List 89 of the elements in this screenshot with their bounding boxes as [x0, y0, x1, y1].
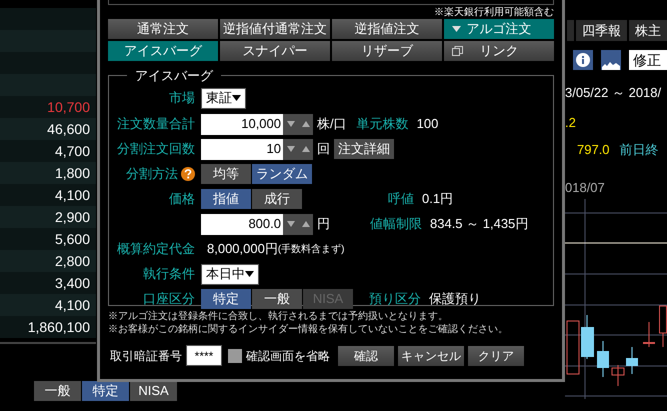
option-button[interactable]: 一般	[252, 289, 302, 309]
candlestick	[643, 322, 655, 348]
dialog-button[interactable]: クリア	[468, 346, 524, 366]
mountain-chart-icon	[602, 61, 620, 70]
chart-date-label: 018/07	[565, 178, 606, 196]
dropdown[interactable]: 東証	[201, 88, 246, 108]
dropdown[interactable]: 本日中	[201, 264, 259, 284]
field-label: 分割方法	[126, 165, 178, 184]
field-label: 注文数量合計	[117, 115, 195, 134]
price-value: 10,700	[47, 98, 90, 116]
candlestick	[581, 314, 594, 360]
dialog-button[interactable]: 確認	[338, 346, 394, 366]
field-label: 執行条件	[143, 265, 195, 284]
dropdown-arrow-icon	[245, 271, 254, 277]
field-value: 100	[416, 115, 438, 134]
panel-tab[interactable]: 株主	[629, 20, 667, 41]
price-value: 4,700	[54, 142, 90, 160]
field-label: 分割注文回数	[117, 140, 195, 158]
number-input[interactable]: 10,000	[201, 114, 283, 134]
unit-label: 株/口	[317, 115, 347, 134]
candlestick	[566, 320, 580, 374]
checkbox-label: 確認画面を省略	[246, 348, 330, 364]
down-arrow-icon	[286, 121, 294, 127]
info-button[interactable]	[573, 50, 593, 70]
spinner-button[interactable]	[283, 138, 313, 160]
price-value: 3,400	[54, 274, 90, 292]
notice-text: ※アルゴ注文は登録条件に合致し、執行されるまでは予約扱いとなります。	[108, 310, 449, 323]
up-arrow-icon	[302, 221, 310, 227]
number-input[interactable]: 10	[201, 138, 283, 160]
field-label: 口座区分	[143, 290, 195, 308]
price-value: 2,900	[54, 208, 90, 226]
field-label: 単元株数	[356, 115, 409, 134]
account-tab[interactable]: NISA	[130, 381, 178, 401]
candlestick	[597, 340, 609, 378]
candlestick	[659, 306, 667, 348]
price-value: 797.0	[577, 141, 610, 159]
field-label: 概算約定代金	[117, 240, 195, 258]
dropdown-arrow-icon	[232, 95, 241, 101]
panel-legend: アイスバーグ	[127, 66, 221, 86]
field-label: 価格	[169, 190, 195, 208]
info-icon	[576, 53, 590, 67]
fee-note: (手数料含まず)	[278, 242, 345, 256]
field-label: 値幅制限	[370, 215, 422, 234]
option-button[interactable]: 指値	[201, 189, 251, 209]
unit-label: 回	[317, 140, 330, 158]
field-label: 市場	[169, 89, 195, 108]
account-tab[interactable]: 一般	[34, 381, 82, 401]
price-value: 2,800	[54, 252, 90, 270]
price-value: 1,800	[54, 164, 90, 182]
down-arrow-icon	[286, 221, 294, 227]
panel-tab[interactable]: 四季報	[576, 20, 627, 41]
help-icon[interactable]	[181, 167, 195, 181]
prev-close-label: 前日終	[620, 141, 659, 159]
down-arrow-icon	[286, 146, 294, 152]
pin-label: 取引暗証番号	[110, 348, 182, 364]
price-value: 4,100	[54, 186, 90, 204]
number-input[interactable]: 800.0	[201, 214, 283, 234]
field-label: 預り区分	[369, 290, 421, 308]
field-value: 834.5 ～ 1,435円	[430, 215, 528, 234]
stock-field[interactable]: 修正	[629, 50, 667, 70]
candlestick	[626, 346, 638, 374]
unit-label: 円	[317, 215, 330, 234]
option-button[interactable]: 成行	[252, 189, 302, 209]
field-value: 8,000,000円	[207, 240, 278, 258]
pin-input[interactable]: ****	[186, 345, 222, 366]
up-arrow-icon	[302, 121, 310, 127]
option-button[interactable]: ランダム	[252, 164, 312, 184]
option-button[interactable]: 特定	[201, 289, 251, 309]
price-value: 5,600	[54, 230, 90, 248]
dialog-button[interactable]: キャンセル	[398, 346, 464, 366]
price-value: 1,860,100	[28, 318, 90, 336]
checkbox[interactable]	[228, 348, 242, 362]
account-tab[interactable]: 特定	[82, 381, 130, 401]
field-value: 保護預り	[429, 290, 481, 308]
candlestick	[612, 364, 624, 386]
up-arrow-icon	[302, 146, 310, 152]
price-value: 4,100	[54, 296, 90, 314]
field-value: 0.1円	[422, 190, 454, 208]
spinner-button[interactable]	[283, 214, 313, 234]
notice-text: ※お客様がこの銘柄に関するインサイダー情報を保有していないことをご確認ください。	[108, 323, 509, 336]
change-value: .2	[565, 114, 577, 132]
balance-note: ※楽天銀行利用可能額含む	[434, 6, 554, 20]
spinner-button[interactable]	[283, 114, 313, 134]
order-detail-button[interactable]: 注文詳細	[334, 139, 394, 159]
chart-button[interactable]	[601, 50, 621, 70]
price-value: 46,600	[47, 120, 90, 138]
date-range: 3/05/22 ～ 2018/	[565, 84, 662, 102]
field-label: 呼値	[388, 190, 414, 208]
option-button[interactable]: 均等	[201, 164, 251, 184]
